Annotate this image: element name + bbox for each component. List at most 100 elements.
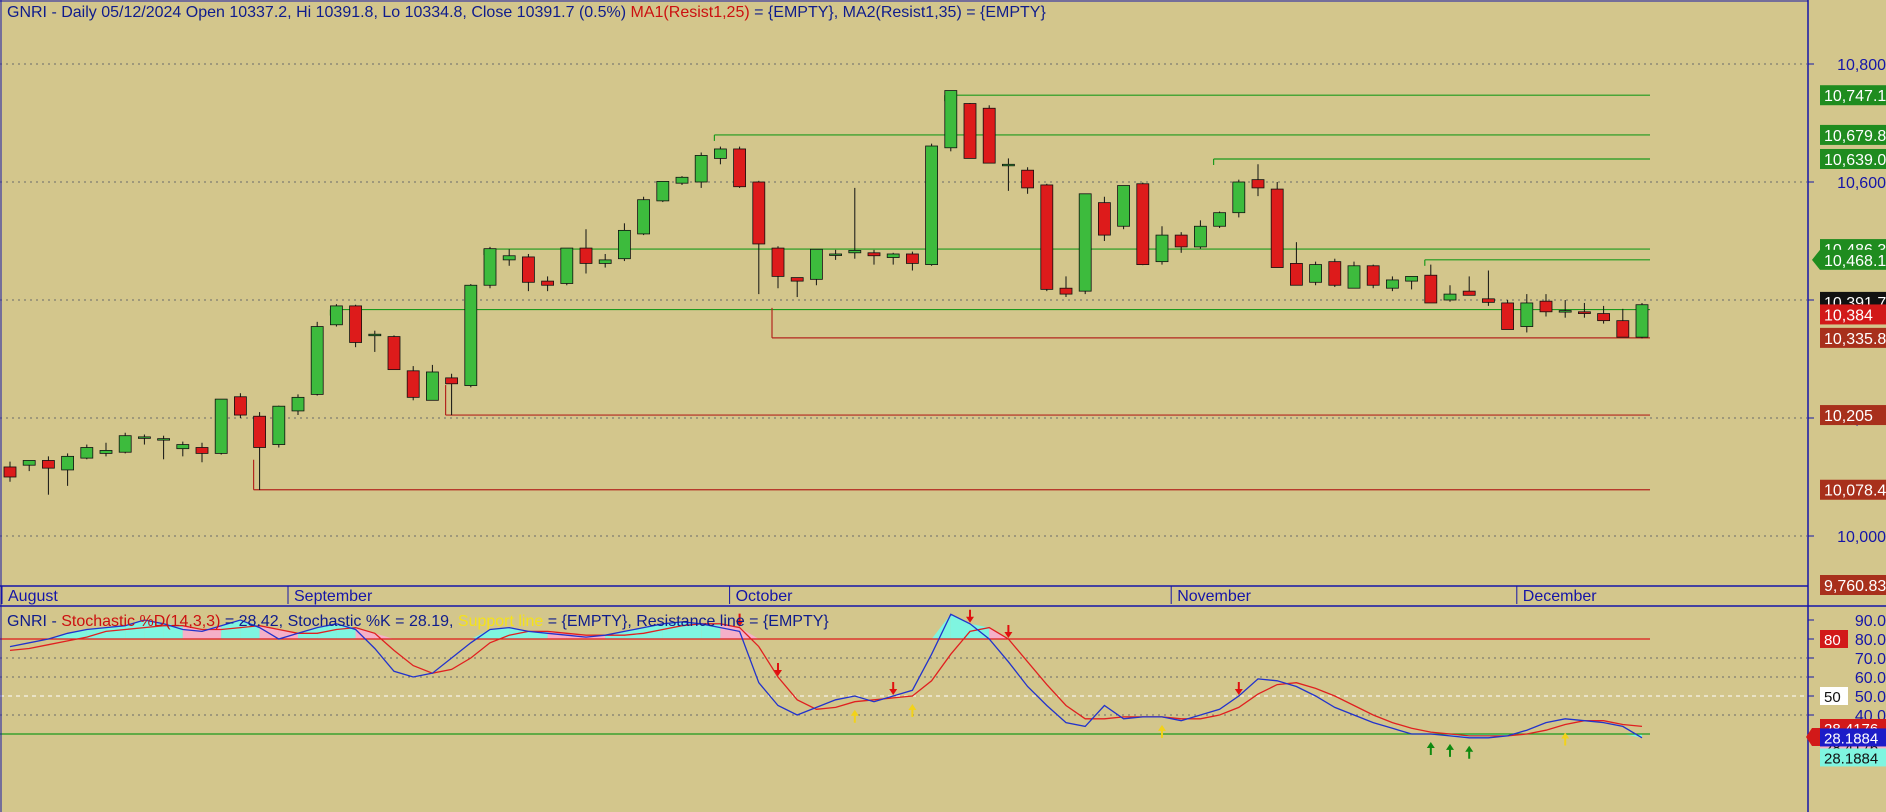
stoch-value-label: 28.1884 (1824, 730, 1878, 747)
candle-body (733, 148, 746, 188)
candle-body (1443, 293, 1457, 301)
sub-header-support: Support line (458, 613, 543, 630)
candle-body (637, 199, 650, 235)
candle-body (1174, 234, 1188, 248)
candle-body (61, 455, 74, 471)
candle-body (176, 444, 190, 450)
bottom-price-label: 9,760.83 (1824, 578, 1886, 595)
stock-chart: August September October November December 1… (0, 0, 1886, 812)
candle-body (1098, 202, 1111, 236)
candle-body (618, 229, 631, 260)
candle-body (1117, 185, 1130, 227)
candle-body (349, 305, 363, 343)
candle-body (982, 107, 996, 164)
candle-body (1405, 275, 1418, 282)
candle-body (790, 277, 804, 282)
candle-body (714, 148, 727, 159)
candle-body (944, 90, 958, 149)
sub-header-prefix: GNRI - (7, 613, 61, 630)
candle-body (233, 396, 247, 416)
candle-body (406, 370, 420, 398)
candle-body (752, 181, 766, 245)
candle-body (867, 252, 881, 257)
chart-header: GNRI - Daily 05/12/2024 Open 10337.2, Hi… (7, 4, 1046, 21)
candle-body (387, 336, 401, 371)
candle-body (1616, 320, 1630, 338)
support-value-label: 10,335.8 (1824, 331, 1886, 348)
candle-body (1232, 181, 1246, 214)
candle-body (195, 447, 209, 454)
candle-body (1002, 163, 1015, 167)
candle-body (1021, 169, 1034, 189)
candle-body (1155, 234, 1169, 263)
stoch-tick-label: 50.0 (1855, 689, 1886, 706)
y-tick-label: 10,600 (1837, 175, 1886, 192)
candle-body (368, 333, 382, 337)
candle-body (425, 371, 439, 401)
candle-body (1597, 313, 1610, 322)
candle-body (1386, 279, 1399, 289)
candle-body (810, 248, 823, 280)
candle-body (1328, 261, 1342, 286)
candle-body (656, 181, 670, 202)
candle-body (80, 447, 94, 459)
candle-body (848, 250, 862, 254)
month-label: September (294, 588, 373, 605)
candle-body (1059, 287, 1073, 295)
candle-body (502, 255, 516, 261)
candle-body (1290, 263, 1303, 286)
candle-body (1501, 302, 1514, 330)
candle-body (829, 253, 842, 256)
candle-body (3, 466, 17, 478)
candle-body (329, 305, 343, 326)
candle-body (464, 284, 478, 386)
header-ma2: MA2(Resist1,35) = {EMPTY} (843, 4, 1047, 21)
candle-body (541, 280, 554, 286)
stochastic-header: GNRI - Stochastic %D(14,3,3) = 28.42, St… (7, 613, 829, 630)
sub-header-d-value: = 28.42, Stochastic %K = 28.19, (220, 613, 457, 630)
sub-header-rest: = {EMPTY}, Resistance line = {EMPTY} (543, 613, 829, 630)
candle-body (675, 176, 689, 184)
candle-body (1213, 212, 1226, 227)
candle-body (1078, 193, 1092, 292)
candle-body (1136, 183, 1150, 266)
y-tick-label: 10,800 (1837, 57, 1886, 74)
candle-body (253, 415, 267, 448)
month-label: August (8, 588, 58, 605)
candle-body (1270, 188, 1284, 268)
y-tick-label: 10,000 (1837, 529, 1886, 546)
candle-body (1366, 265, 1380, 286)
resistance-value-label: 10,639.0 (1824, 152, 1886, 169)
candle-body (1482, 298, 1495, 303)
stoch-value-label: 80 (1824, 632, 1841, 649)
stoch-tick-label: 90.0 (1855, 613, 1886, 630)
candle-body (137, 436, 151, 439)
candle-body (483, 248, 497, 286)
price-label: 10,384 (1824, 307, 1873, 324)
candle-body (1539, 300, 1553, 313)
candle-body (272, 405, 286, 445)
candle-body (1558, 310, 1572, 313)
candle-body (42, 460, 55, 469)
candle-body (1347, 265, 1361, 289)
candle-body (579, 247, 593, 264)
month-label: December (1523, 588, 1597, 605)
candle-body (925, 145, 938, 265)
candle-body (445, 377, 459, 385)
header-main: GNRI - Daily 05/12/2024 Open 10337.2, Hi… (7, 4, 626, 21)
resistance-value-label: 10,679.8 (1824, 128, 1886, 145)
resistance-value-label: 10,747.1 (1824, 88, 1886, 105)
candle-body (560, 247, 574, 284)
header-ma1: MA1(Resist1,25) (631, 4, 750, 21)
support-value-label: 10,205 (1824, 408, 1873, 425)
stoch-tick-label: 70.0 (1855, 651, 1886, 668)
candle-body (310, 326, 324, 395)
header-ma1-value: = {EMPTY}, (750, 4, 843, 21)
candle-body (1251, 179, 1265, 189)
candle-body (1424, 274, 1438, 304)
candle-body (214, 398, 228, 454)
month-label: November (1177, 588, 1251, 605)
candle-body (1194, 225, 1207, 248)
candle-body (157, 438, 171, 441)
candle-body (1309, 264, 1322, 283)
